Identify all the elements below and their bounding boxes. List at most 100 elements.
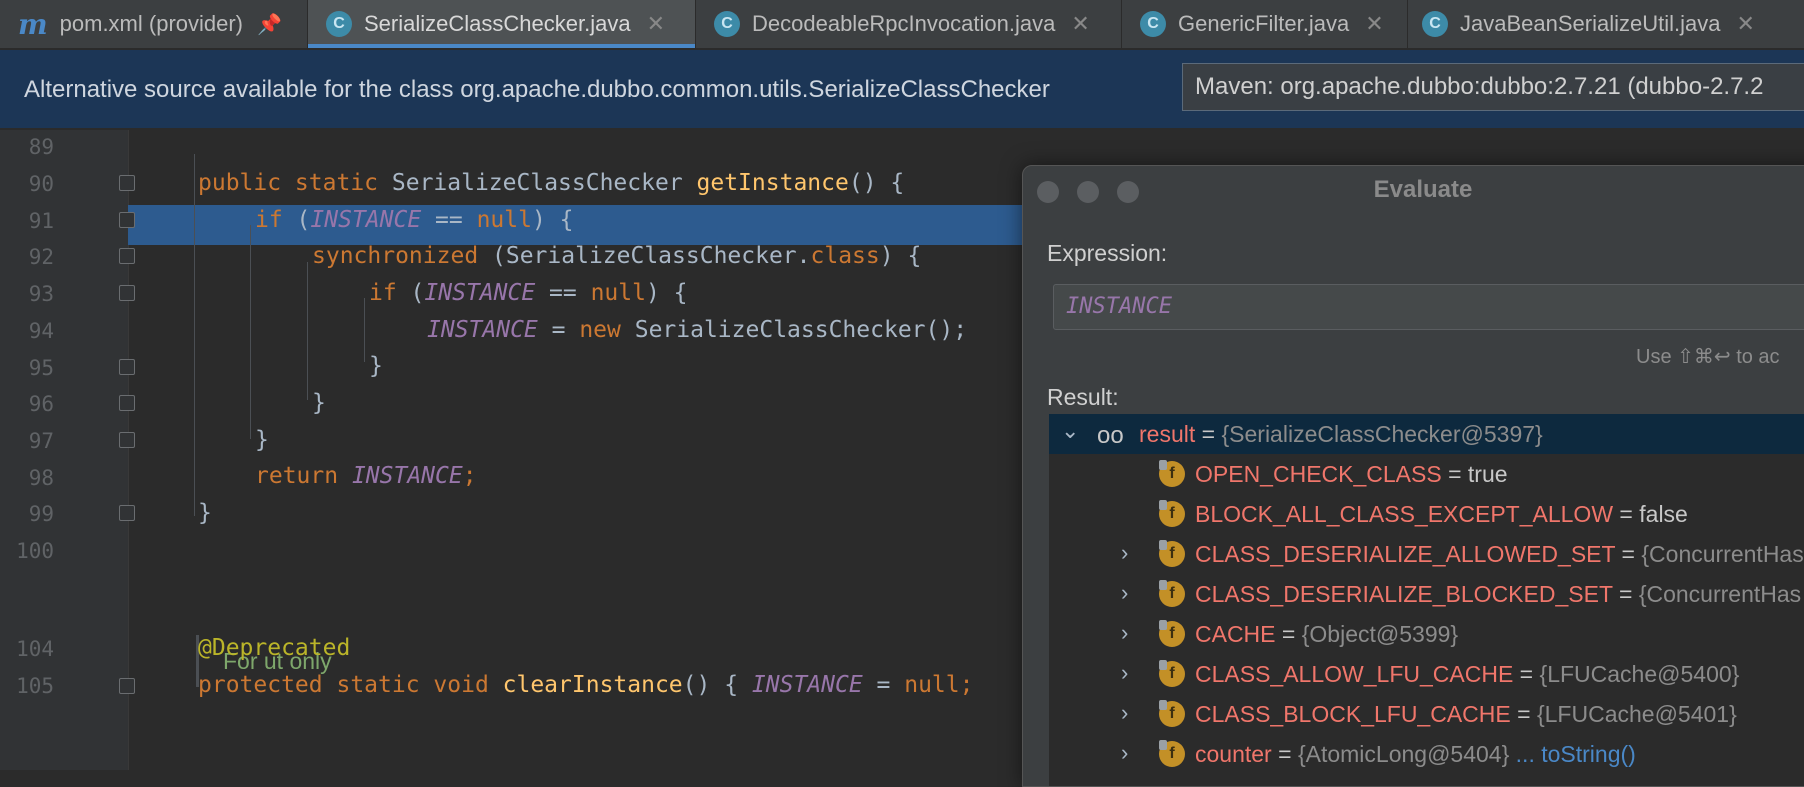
code-token: class — [810, 243, 880, 269]
tab-serialize-class-checker[interactable]: C SerializeClassChecker.java ✕ — [308, 0, 696, 48]
code-token: == — [421, 207, 477, 233]
code-token: getInstance — [696, 170, 849, 196]
tree-row[interactable]: › f CLASS_ALLOW_LFU_CACHE = {LFUCache@54… — [1049, 654, 1804, 694]
fold-marker-icon[interactable] — [119, 678, 135, 694]
code-token: synchronized — [312, 243, 493, 269]
chevron-right-icon[interactable]: › — [1121, 700, 1128, 726]
tree-row[interactable]: › f counter = {AtomicLong@5404} ... toSt… — [1049, 734, 1804, 774]
lock-icon — [1159, 660, 1167, 670]
close-icon[interactable]: ✕ — [647, 11, 665, 37]
code-line-95: } — [369, 353, 383, 379]
fold-marker-icon[interactable] — [119, 285, 135, 301]
tree-row[interactable]: › f CLASS_DESERIALIZE_ALLOWED_SET = {Con… — [1049, 534, 1804, 574]
tree-row[interactable]: › f CLASS_BLOCK_LFU_CACHE = {LFUCache@54… — [1049, 694, 1804, 734]
code-token: ; — [959, 672, 974, 698]
tree-row-text: CLASS_DESERIALIZE_BLOCKED_SET = {Concurr… — [1195, 581, 1802, 607]
fold-marker-icon[interactable] — [119, 359, 135, 375]
tree-row-text: CLASS_DESERIALIZE_ALLOWED_SET = {Concurr… — [1195, 541, 1804, 567]
lock-icon — [1159, 580, 1167, 590]
expression-input[interactable]: INSTANCE — [1053, 284, 1804, 330]
pin-icon[interactable]: 📌 — [257, 12, 282, 37]
code-line-92: synchronized (SerializeClassChecker.clas… — [312, 243, 921, 269]
code-line-105: protected static void clearInstance() { … — [198, 672, 973, 698]
code-token: SerializeClassChecker(); — [634, 317, 968, 343]
field-value: {LFUCache@5400} — [1539, 661, 1740, 687]
tree-row-result[interactable]: ⌄ oo result = {SerializeClassChecker@539… — [1049, 414, 1804, 454]
tree-row[interactable]: f OPEN_CHECK_CLASS = true — [1049, 454, 1804, 494]
field-name: counter — [1195, 741, 1272, 767]
banner-message: Alternative source available for the cla… — [24, 76, 1050, 103]
code-token: return — [255, 463, 352, 489]
field-value: true — [1467, 461, 1508, 487]
lock-icon — [1159, 620, 1167, 630]
chevron-right-icon[interactable]: › — [1121, 740, 1128, 766]
code-token: = — [862, 672, 905, 698]
tree-row-text: result = {SerializeClassChecker@5397} — [1139, 421, 1543, 448]
tab-java-bean-serialize-util[interactable]: C JavaBeanSerializeUtil.java ✕ — [1408, 0, 1804, 48]
fold-marker-icon[interactable] — [119, 175, 135, 191]
result-tree[interactable]: ⌄ oo result = {SerializeClassChecker@539… — [1049, 414, 1804, 786]
fold-marker-icon[interactable] — [119, 505, 135, 521]
code-line-94: INSTANCE = new SerializeClassChecker(); — [427, 317, 967, 343]
lock-icon — [1159, 700, 1167, 710]
code-token: == — [535, 280, 591, 306]
code-token: INSTANCE — [427, 317, 538, 343]
code-line-96: } — [312, 390, 326, 416]
tree-row-text: CACHE = {Object@5399} — [1195, 621, 1459, 647]
chevron-right-icon[interactable]: › — [1121, 660, 1128, 686]
line-number: 100 — [16, 539, 54, 563]
code-token: clearInstance — [502, 672, 683, 698]
code-token: INSTANCE — [424, 280, 536, 306]
tab-decodeable-rpc-invocation[interactable]: C DecodeableRpcInvocation.java ✕ — [696, 0, 1122, 48]
tab-label: JavaBeanSerializeUtil.java — [1460, 11, 1721, 36]
code-token: ; — [462, 463, 477, 489]
field-value: {ConcurrentHas — [1641, 541, 1804, 567]
code-token: ) { — [879, 243, 922, 269]
code-token: ( — [410, 280, 425, 306]
code-token: = — [537, 317, 580, 343]
field-value: {Object@5399} — [1301, 621, 1459, 647]
line-number: 104 — [16, 637, 54, 661]
result-label: Result: — [1047, 384, 1119, 410]
tree-row[interactable]: › f CACHE = {Object@5399} — [1049, 614, 1804, 654]
lock-icon — [1159, 740, 1167, 750]
tab-label: DecodeableRpcInvocation.java — [752, 11, 1056, 36]
line-number: 93 — [28, 282, 54, 306]
line-number: 105 — [16, 674, 54, 698]
tab-pom-xml[interactable]: m pom.xml (provider) 📌 — [0, 0, 308, 48]
field-value: {AtomicLong@5404} — [1297, 741, 1510, 767]
close-icon[interactable]: ✕ — [1736, 11, 1754, 37]
fold-marker-icon[interactable] — [119, 248, 135, 264]
to-string-link[interactable]: ... toString() — [1516, 741, 1636, 767]
tab-generic-filter[interactable]: C GenericFilter.java ✕ — [1122, 0, 1408, 48]
fold-marker-icon[interactable] — [119, 395, 135, 411]
line-number: 97 — [28, 429, 54, 453]
class-c-icon: C — [714, 11, 740, 37]
chevron-right-icon[interactable]: › — [1121, 580, 1128, 606]
field-value: false — [1639, 501, 1688, 527]
field-name: CLASS_DESERIALIZE_ALLOWED_SET — [1195, 541, 1616, 567]
code-token: () { — [682, 672, 752, 698]
evaluate-dialog: Evaluate Expression: INSTANCE Use ⇧⌘↩ to… — [1022, 165, 1804, 787]
source-select-dropdown[interactable]: Maven: org.apache.dubbo:dubbo:2.7.21 (du… — [1182, 63, 1804, 111]
chevron-down-icon[interactable]: ⌄ — [1061, 418, 1079, 444]
tree-row[interactable]: f BLOCK_ALL_CLASS_EXCEPT_ALLOW = false — [1049, 494, 1804, 534]
code-token: ) { — [531, 207, 574, 233]
code-token: null — [476, 207, 532, 233]
code-token: if — [369, 280, 411, 306]
code-line-104: @Deprecated — [198, 635, 351, 661]
lock-icon — [1159, 500, 1167, 510]
close-icon[interactable]: ✕ — [1071, 11, 1089, 37]
line-number: 94 — [28, 319, 54, 343]
indent-guide — [194, 154, 195, 516]
fold-marker-icon[interactable] — [119, 212, 135, 228]
chevron-right-icon[interactable]: › — [1121, 540, 1128, 566]
tree-row[interactable]: › f CLASS_DESERIALIZE_BLOCKED_SET = {Con… — [1049, 574, 1804, 614]
fold-marker-icon[interactable] — [119, 432, 135, 448]
class-c-icon: C — [326, 11, 352, 37]
tree-row-text: CLASS_BLOCK_LFU_CACHE = {LFUCache@5401} — [1195, 701, 1737, 727]
tab-label: SerializeClassChecker.java — [364, 11, 631, 36]
chevron-right-icon[interactable]: › — [1121, 620, 1128, 646]
lock-icon — [1159, 540, 1167, 550]
close-icon[interactable]: ✕ — [1365, 11, 1383, 37]
